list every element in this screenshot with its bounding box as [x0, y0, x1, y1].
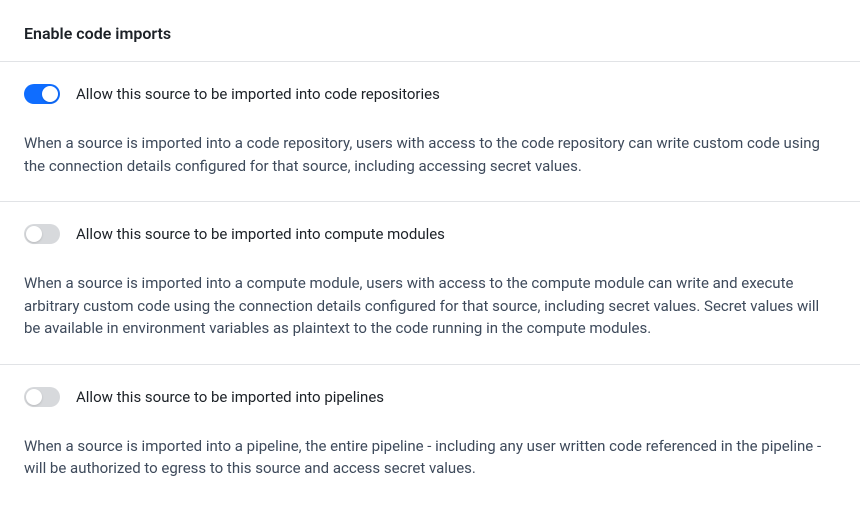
- toggle-knob: [26, 226, 42, 242]
- toggle-knob: [42, 86, 58, 102]
- toggle-compute-modules[interactable]: [24, 224, 60, 244]
- toggle-row: Allow this source to be imported into pi…: [24, 387, 836, 407]
- toggle-row: Allow this source to be imported into co…: [24, 84, 836, 104]
- section-title: Enable code imports: [24, 24, 836, 43]
- toggle-label: Allow this source to be imported into co…: [76, 225, 445, 243]
- setting-code-repositories: Allow this source to be imported into co…: [0, 61, 860, 201]
- setting-compute-modules: Allow this source to be imported into co…: [0, 201, 860, 364]
- toggle-row: Allow this source to be imported into co…: [24, 224, 836, 244]
- setting-description: When a source is imported into a compute…: [24, 272, 836, 340]
- toggle-pipelines[interactable]: [24, 387, 60, 407]
- setting-pipelines: Allow this source to be imported into pi…: [0, 364, 860, 504]
- toggle-label: Allow this source to be imported into co…: [76, 85, 440, 103]
- toggle-knob: [26, 389, 42, 405]
- section-header: Enable code imports: [0, 0, 860, 61]
- toggle-label: Allow this source to be imported into pi…: [76, 388, 384, 406]
- setting-description: When a source is imported into a pipelin…: [24, 435, 836, 480]
- toggle-code-repositories[interactable]: [24, 84, 60, 104]
- setting-description: When a source is imported into a code re…: [24, 132, 836, 177]
